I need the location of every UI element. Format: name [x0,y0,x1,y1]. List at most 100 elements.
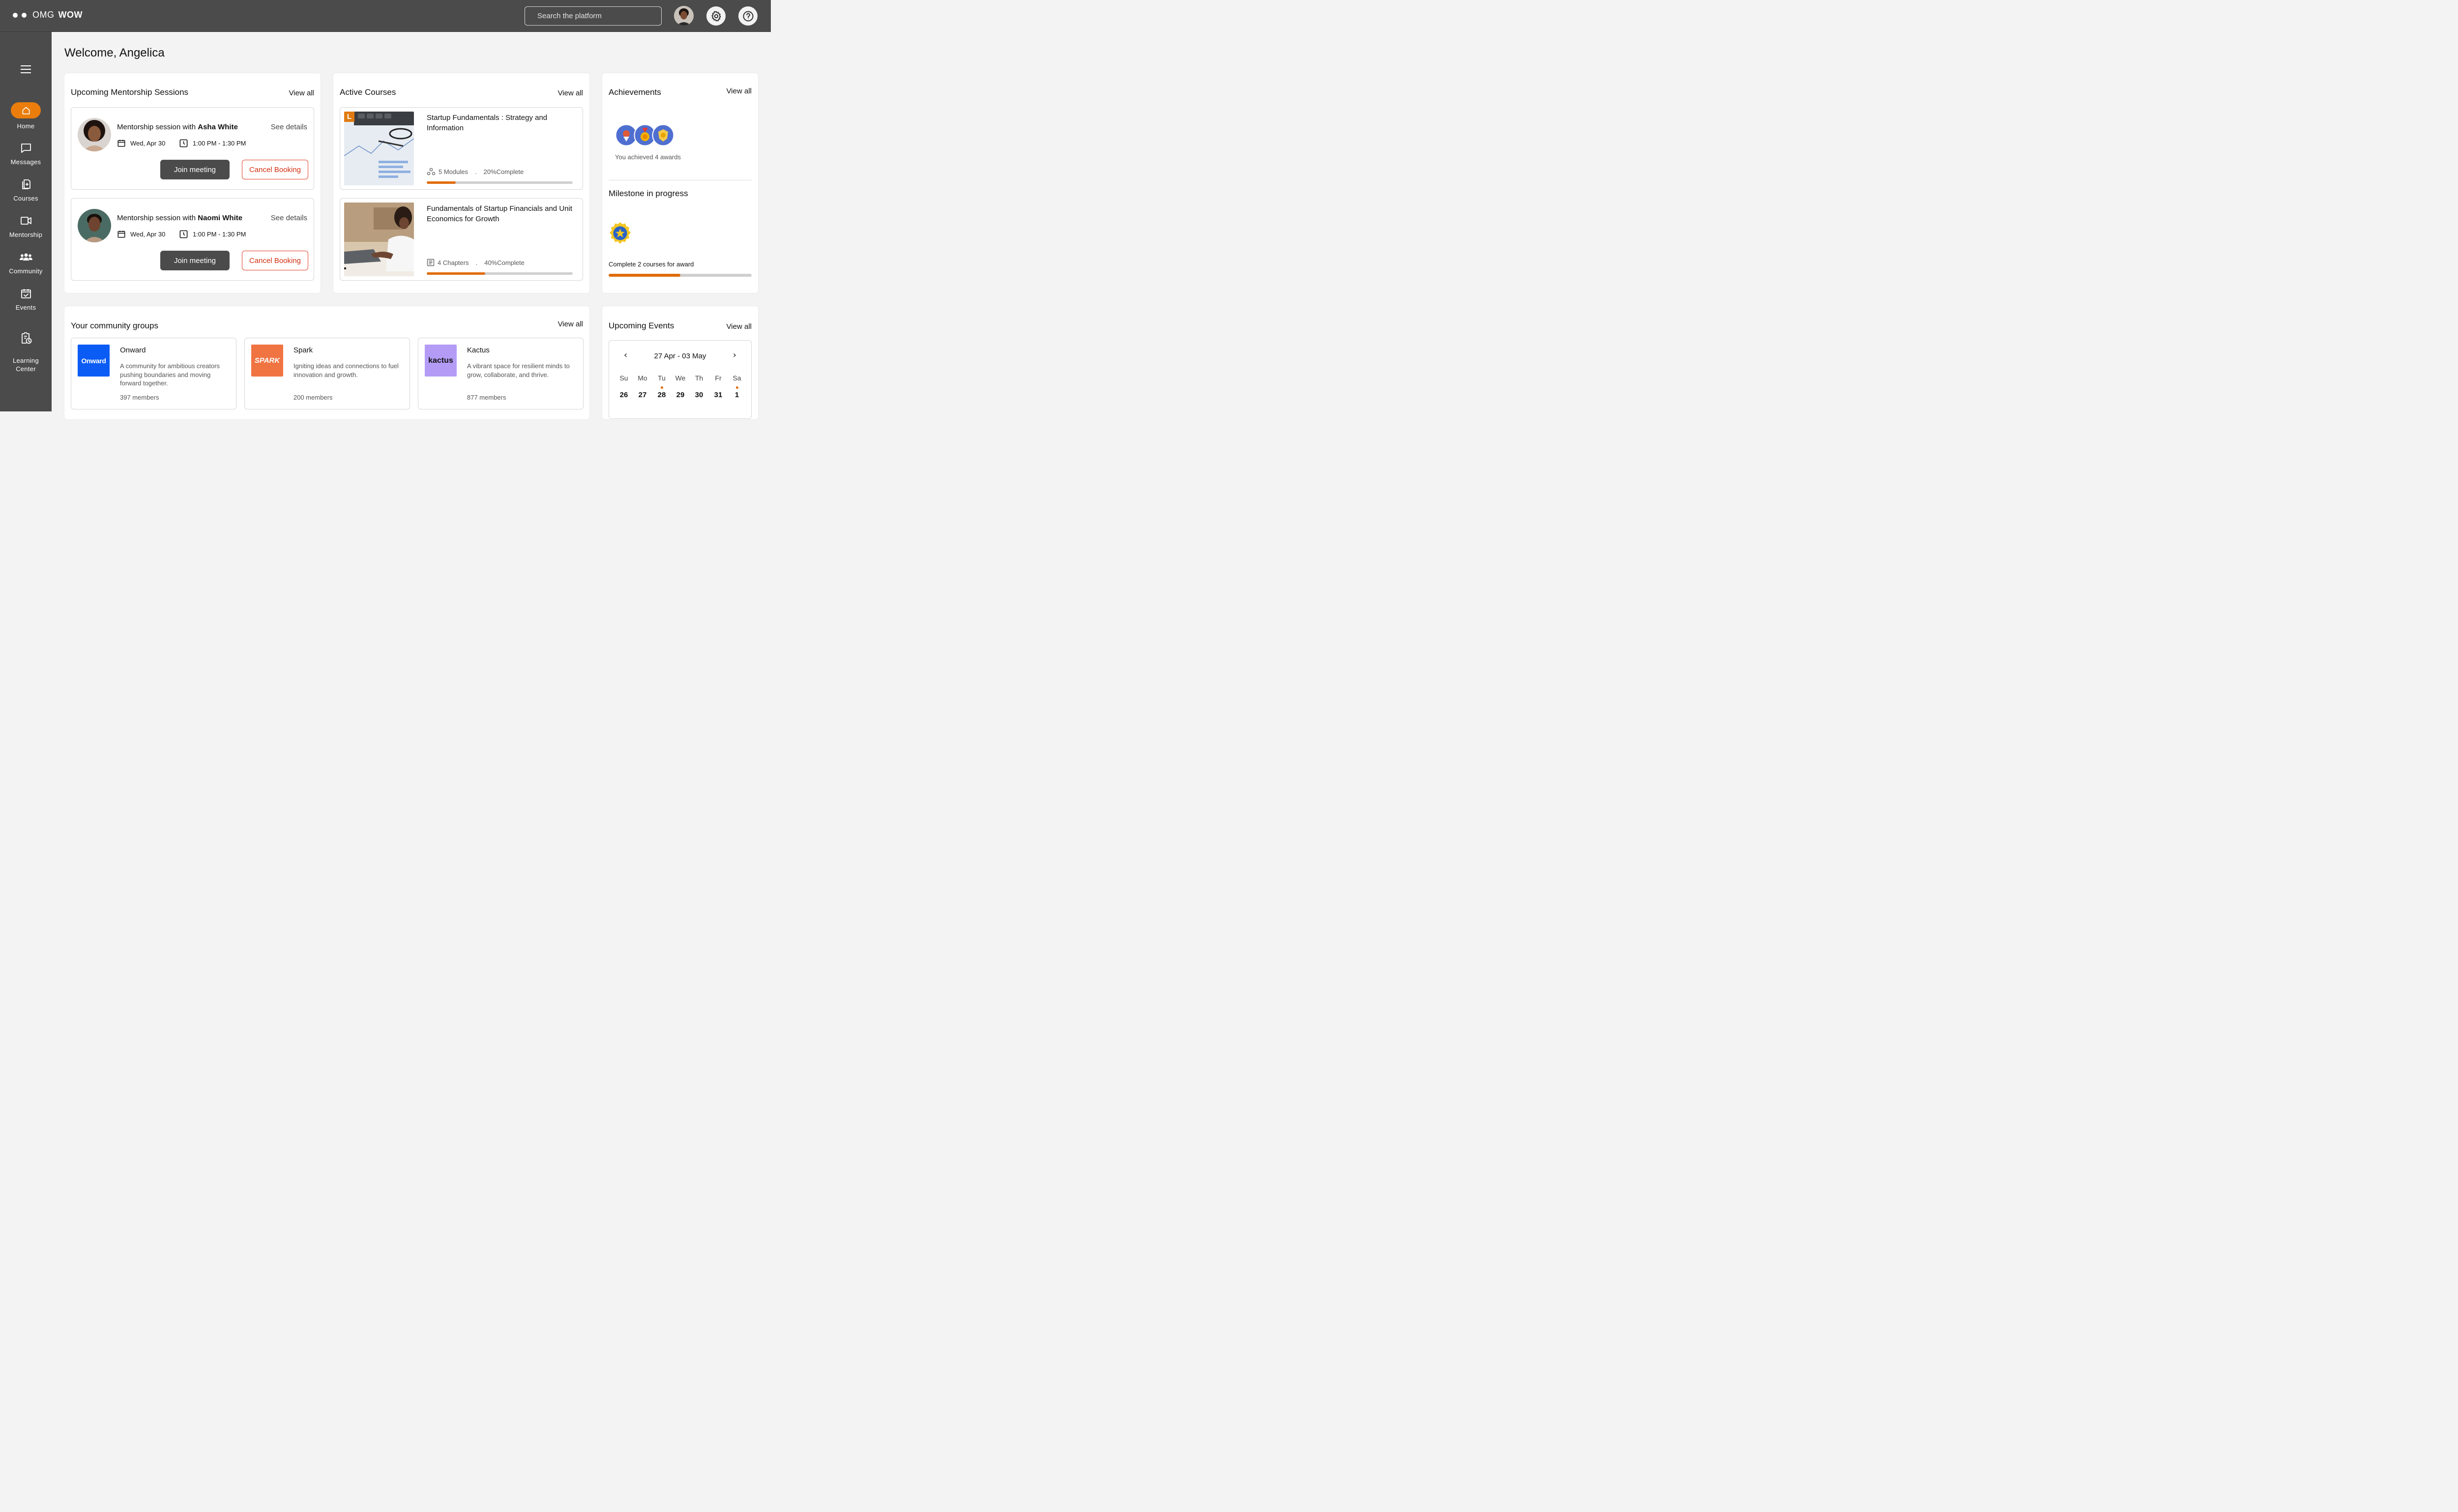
sidebar-item-events[interactable]: Events [0,287,52,312]
search-input[interactable] [525,6,662,26]
group-name: Kactus [467,346,490,354]
sidebar-item-label: Courses [13,195,38,202]
community-title: Your community groups [71,321,158,330]
course-progress-fill [427,181,456,184]
session-date: Wed, Apr 30 [117,230,165,238]
courses-title: Active Courses [340,87,396,97]
logo-dots-icon [13,12,27,18]
join-meeting-button[interactable]: Join meeting [160,251,230,270]
community-group-kactus[interactable]: kactus Kactus A vibrant space for resili… [418,338,584,409]
calendar-day[interactable]: 27 [635,391,650,399]
group-members: 397 members [120,394,159,401]
calendar-day[interactable]: 31 [711,391,726,399]
event-marker [661,386,663,389]
sidebar-item-community[interactable]: Community [0,250,52,275]
sidebar-item-label: Messages [10,158,41,166]
course-title: Fundamentals of Startup Financials and U… [427,204,572,223]
settings-button[interactable] [706,6,726,26]
course-progress-bar [427,272,573,275]
sidebar-item-home[interactable]: Home [0,102,52,130]
help-button[interactable] [738,6,758,26]
mentor-avatar [78,118,111,151]
sidebar-item-courses[interactable]: Courses [0,177,52,203]
weekday-label: We [675,374,686,382]
community-group-spark[interactable]: SPARK Spark Igniting ideas and connectio… [244,338,410,409]
course-meta: 5 Modules . 20%Complete [427,168,524,175]
award-badges-icon [615,124,674,146]
session-card: Mentorship session with Naomi White See … [71,198,314,281]
course-thumbnail: L [344,112,414,185]
menu-icon[interactable] [21,65,31,76]
home-icon [22,107,30,114]
user-avatar[interactable] [674,6,694,26]
sidebar-item-learning-center[interactable]: Learning Center [0,323,52,381]
awards-summary: You achieved 4 awards [615,153,681,161]
course-progress-bar [427,181,573,184]
group-description: Igniting ideas and connections to fuel i… [293,362,399,378]
calendar-range: 27 Apr - 03 May [654,352,706,360]
course-item[interactable]: L Startup Fundamentals : Strategy and In… [340,107,583,190]
group-name: Onward [120,346,146,354]
see-details-link[interactable]: See details [271,214,307,222]
mentorship-view-all-link[interactable]: View all [289,89,314,97]
calendar-icon [117,231,125,238]
sidebar-item-label: Home [17,122,35,130]
calendar-day[interactable]: 29 [673,391,688,399]
session-date: Wed, Apr 30 [117,139,165,147]
event-calendar: ‹ 27 Apr - 03 May › Su Mo Tu We Th Fr Sa… [609,340,752,419]
top-bar: OMG WOW [0,0,771,32]
community-view-all-link[interactable]: View all [558,320,583,328]
calendar-day[interactable]: 26 [616,391,631,399]
milestone-title: Milestone in progress [609,189,688,198]
session-time: 1:00 PM - 1:30 PM [179,230,246,239]
weekday-label: Mo [638,374,647,382]
calendar-day[interactable]: 28 [654,391,669,399]
achievements-title: Achievements [609,87,661,97]
video-icon [20,217,31,225]
join-meeting-button[interactable]: Join meeting [160,160,230,179]
app-logo[interactable]: OMG WOW [13,10,83,20]
session-title: Mentorship session with Naomi White [117,214,243,222]
community-group-onward[interactable]: Onward Onward A community for ambitious … [71,338,236,409]
course-item[interactable]: Fundamentals of Startup Financials and U… [340,198,583,281]
courses-view-all-link[interactable]: View all [558,89,583,97]
course-thumbnail [344,203,414,276]
awards-badges[interactable] [615,124,675,146]
weekday-label: Fr [715,374,722,382]
calendar-day[interactable]: 30 [692,391,706,399]
mentorship-title: Upcoming Mentorship Sessions [71,87,189,97]
group-description: A community for ambitious creators pushi… [120,362,220,387]
group-logo: Onward [78,345,110,377]
clock-icon [179,230,188,238]
sidebar-item-messages[interactable]: Messages [0,141,52,166]
cancel-booking-button[interactable]: Cancel Booking [242,160,308,179]
weekday-label: Th [695,374,703,382]
sidebar-item-label: Community [9,267,43,275]
mentor-avatar [78,209,111,242]
modules-icon [427,168,436,175]
session-title: Mentorship session with Asha White [117,123,238,131]
chapters-icon [427,259,435,266]
group-logo: kactus [425,345,457,377]
achievements-view-all-link[interactable]: View all [727,87,752,95]
sidebar-item-mentorship[interactable]: Mentorship [0,214,52,239]
course-progress-fill [427,272,485,275]
group-members: 200 members [293,394,333,401]
group-description: A vibrant space for resilient minds to g… [467,362,570,378]
mentorship-card: Upcoming Mentorship Sessions View all Me… [64,73,321,293]
events-view-all-link[interactable]: View all [727,322,752,331]
group-logo: SPARK [251,345,283,377]
calendar-check-icon [21,289,31,298]
courses-icon [22,179,30,189]
weekday-label: Tu [658,374,666,382]
calendar-next-button[interactable]: › [733,350,736,360]
logo-bold-text: WOW [58,10,83,20]
sidebar-item-label: Learning Center [13,357,39,373]
see-details-link[interactable]: See details [271,123,307,131]
milestone-progress-fill [609,274,680,277]
cancel-booking-button[interactable]: Cancel Booking [242,251,308,270]
calendar-day[interactable]: 1 [730,391,744,399]
page-title: Welcome, Angelica [64,46,165,59]
course-meta: 4 Chapters . 40%Complete [427,259,525,266]
courses-card: Active Courses View all L Startup Fundam… [333,73,589,293]
